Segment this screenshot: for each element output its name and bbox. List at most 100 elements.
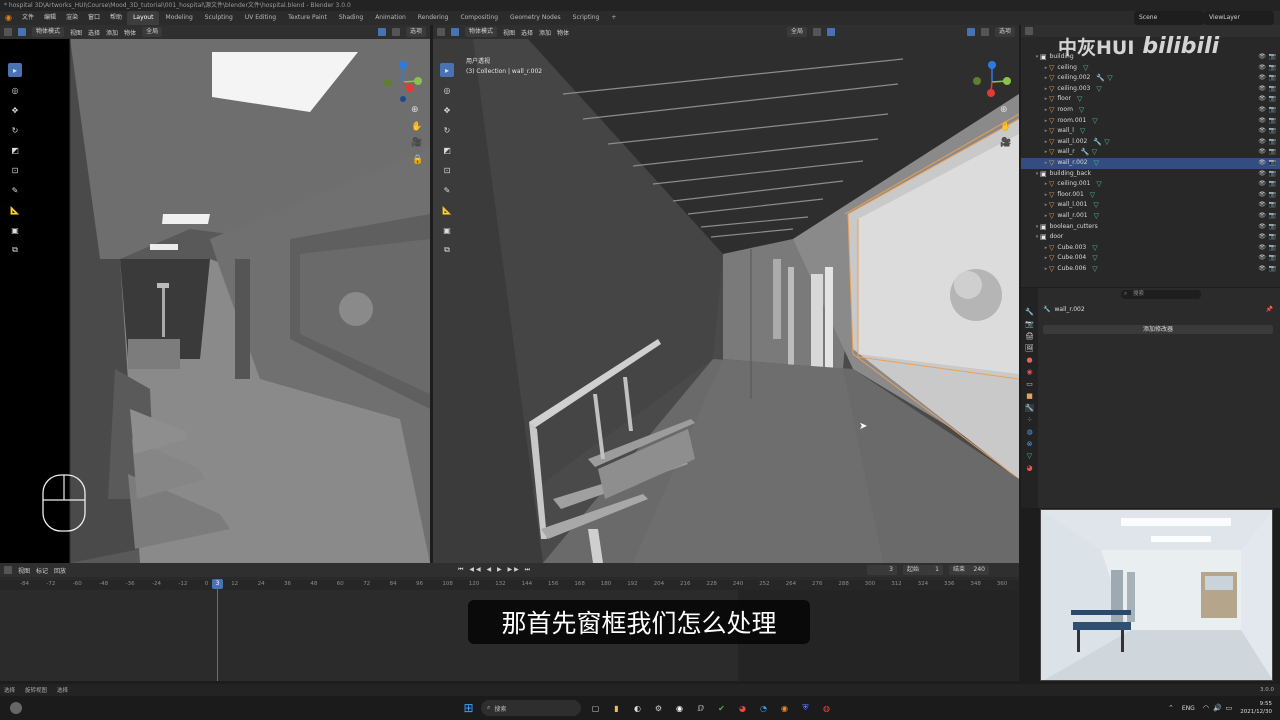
render-camera-icon[interactable]: 📷	[1269, 169, 1276, 180]
visibility-eye-icon[interactable]: 👁	[1258, 105, 1266, 116]
outliner-object-row[interactable]: ▸ ▽ ceiling ▽ 👁 📷	[1021, 63, 1280, 74]
world-tab-icon[interactable]: ◉	[1026, 368, 1032, 376]
render-camera-icon[interactable]: 📷	[1269, 253, 1276, 264]
tab-rendering[interactable]: Rendering	[412, 11, 455, 25]
editor-type-icon[interactable]	[4, 28, 12, 36]
current-frame-field[interactable]: 3	[867, 565, 897, 575]
mode-dropdown[interactable]: 物体模式	[465, 27, 498, 37]
playhead-label[interactable]: 3	[212, 579, 223, 589]
right-camera-icon[interactable]: 🎥	[1000, 138, 1011, 148]
rotate-tool-icon[interactable]: ↻	[8, 123, 22, 137]
menu-add[interactable]: 添加	[539, 28, 551, 37]
menu-help[interactable]: 帮助	[105, 11, 127, 25]
timeline-ruler[interactable]: -84 -72 -60 -48 -36 -24 -12 0 12 24 36 48 60 72 84 96 10…	[0, 580, 1019, 590]
menu-file[interactable]: 文件	[17, 11, 39, 25]
menu-window[interactable]: 窗口	[83, 11, 105, 25]
chrome-icon[interactable]: ◕	[736, 702, 749, 715]
menu-object[interactable]: 物体	[124, 28, 136, 37]
visibility-eye-icon[interactable]: 👁	[1258, 94, 1266, 105]
output-tab-icon[interactable]: 🖨	[1025, 332, 1034, 340]
app-icon-3[interactable]: ◉	[673, 702, 686, 715]
select-box-tool-icon[interactable]: ▸	[8, 63, 22, 77]
shield-icon[interactable]: ⛨	[799, 702, 812, 715]
proportional-edit-icon[interactable]	[826, 28, 835, 36]
shading-material-icon[interactable]	[391, 28, 400, 36]
file-explorer-icon[interactable]: ▮	[610, 702, 623, 715]
outliner-object-row[interactable]: ▸ ▽ Cube.003 ▽ 👁 📷	[1021, 243, 1280, 254]
widgets-icon[interactable]	[10, 702, 22, 714]
visibility-eye-icon[interactable]: 👁	[1258, 73, 1266, 84]
mode-dropdown[interactable]: 物体模式	[32, 27, 65, 37]
wifi-icon[interactable]: ◠	[1203, 704, 1209, 712]
render-camera-icon[interactable]: 📷	[1269, 73, 1276, 84]
menu-select[interactable]: 选择	[521, 28, 533, 37]
visibility-eye-icon[interactable]: 👁	[1258, 211, 1266, 222]
tab-sculpting[interactable]: Sculpting	[199, 11, 239, 25]
app-icon-4[interactable]: ⅅ	[694, 702, 707, 715]
right-pan-icon[interactable]: ✋	[1000, 122, 1011, 132]
add-workspace-button[interactable]: +	[605, 11, 622, 25]
outliner-object-row[interactable]: ▸ ▽ ceiling.002 🔧 ▽ 👁 📷	[1021, 73, 1280, 84]
visibility-eye-icon[interactable]: 👁	[1258, 137, 1266, 148]
outliner-object-row[interactable]: ▸ ▽ floor ▽ 👁 📷	[1021, 94, 1280, 105]
outliner-object-row[interactable]: ▸ ▽ ceiling.001 ▽ 👁 📷	[1021, 179, 1280, 190]
tray-chevron-icon[interactable]: ⌃	[1168, 704, 1174, 712]
edge-icon[interactable]: ◔	[757, 702, 770, 715]
object-tab-icon[interactable]: ■	[1026, 392, 1033, 400]
timeline-menu-marker[interactable]: 标记	[36, 566, 48, 575]
render-camera-icon[interactable]: 📷	[1269, 126, 1276, 137]
visibility-eye-icon[interactable]: 👁	[1258, 222, 1266, 233]
tab-layout[interactable]: Layout	[127, 11, 160, 25]
data-tab-icon[interactable]: ▽	[1027, 452, 1032, 460]
render-camera-icon[interactable]: 📷	[1269, 116, 1276, 127]
visibility-eye-icon[interactable]: 👁	[1258, 116, 1266, 127]
app-icon-2[interactable]: ⚙	[652, 702, 665, 715]
app-icon-1[interactable]: ◐	[631, 702, 644, 715]
render-camera-icon[interactable]: 📷	[1269, 137, 1276, 148]
visibility-eye-icon[interactable]: 👁	[1258, 200, 1266, 211]
modifier-tab-icon[interactable]: 🔧	[1025, 404, 1034, 412]
add-cube-tool-icon[interactable]: ▣	[8, 223, 22, 237]
render-camera-icon[interactable]: 📷	[1269, 190, 1276, 201]
render-camera-icon[interactable]: 📷	[1269, 147, 1276, 158]
tab-scripting[interactable]: Scripting	[567, 11, 606, 25]
measure-tool-icon[interactable]: 📐	[440, 203, 454, 217]
annotate-tool-icon[interactable]: ✎	[440, 183, 454, 197]
menu-object[interactable]: 物体	[557, 28, 569, 37]
start-button-icon[interactable]: ⊞	[462, 701, 475, 715]
tool-tab-icon[interactable]: 🔧	[1025, 308, 1034, 316]
visibility-eye-icon[interactable]: 👁	[1258, 158, 1266, 169]
tab-texture-paint[interactable]: Texture Paint	[282, 11, 333, 25]
orientation-dropdown[interactable]: 全局	[142, 27, 163, 37]
outliner-collection-row[interactable]: ▾ ▣ boolean_cutters 👁 📷	[1021, 222, 1280, 233]
visibility-eye-icon[interactable]: 👁	[1258, 190, 1266, 201]
select-mode-icon[interactable]	[18, 28, 26, 36]
outliner-collection-row[interactable]: ▾ ▣ building_back 👁 📷	[1021, 169, 1280, 180]
outliner-object-row[interactable]: ▸ ▽ floor.001 ▽ 👁 📷	[1021, 190, 1280, 201]
particles-tab-icon[interactable]: ⁘	[1027, 416, 1033, 424]
playhead[interactable]	[217, 580, 218, 681]
outliner-object-row[interactable]: ▸ ▽ ceiling.003 ▽ 👁 📷	[1021, 84, 1280, 95]
right-zoom-icon[interactable]: ⊕	[1000, 105, 1008, 115]
render-camera-icon[interactable]: 📷	[1269, 200, 1276, 211]
left-navigation-gizmo[interactable]	[380, 59, 426, 105]
transform-tool-icon[interactable]: ⊡	[440, 163, 454, 177]
transform-tool-icon[interactable]: ⊡	[8, 163, 22, 177]
menu-view[interactable]: 视图	[70, 28, 82, 37]
visibility-eye-icon[interactable]: 👁	[1258, 84, 1266, 95]
visibility-eye-icon[interactable]: 👁	[1258, 63, 1266, 74]
outliner-object-row[interactable]: ▸ ▽ Cube.006 ▽ 👁 📷	[1021, 264, 1280, 275]
render-camera-icon[interactable]: 📷	[1269, 84, 1276, 95]
scene-selector[interactable]: Scene	[1134, 11, 1204, 25]
select-mode-icon[interactable]	[451, 28, 459, 36]
taskbar-search[interactable]: ⌕ 搜索	[481, 700, 581, 716]
tray-clock[interactable]: 9:55 2021/12/30	[1240, 700, 1272, 716]
menu-render[interactable]: 渲染	[61, 11, 83, 25]
render-camera-icon[interactable]: 📷	[1269, 222, 1276, 233]
outliner-type-icon[interactable]	[1025, 27, 1033, 35]
tab-animation[interactable]: Animation	[369, 11, 412, 25]
scale-tool-icon[interactable]: ◩	[8, 143, 22, 157]
left-zoom-icon[interactable]: ⊕	[411, 105, 419, 115]
right-viewport[interactable]: 物体模式 视图 选择 添加 物体 全局 选项 ▸ ◎ ✥ ↻ ◩ ⊡ ✎ 📐 ▣…	[433, 25, 1019, 563]
tab-shading[interactable]: Shading	[333, 11, 369, 25]
